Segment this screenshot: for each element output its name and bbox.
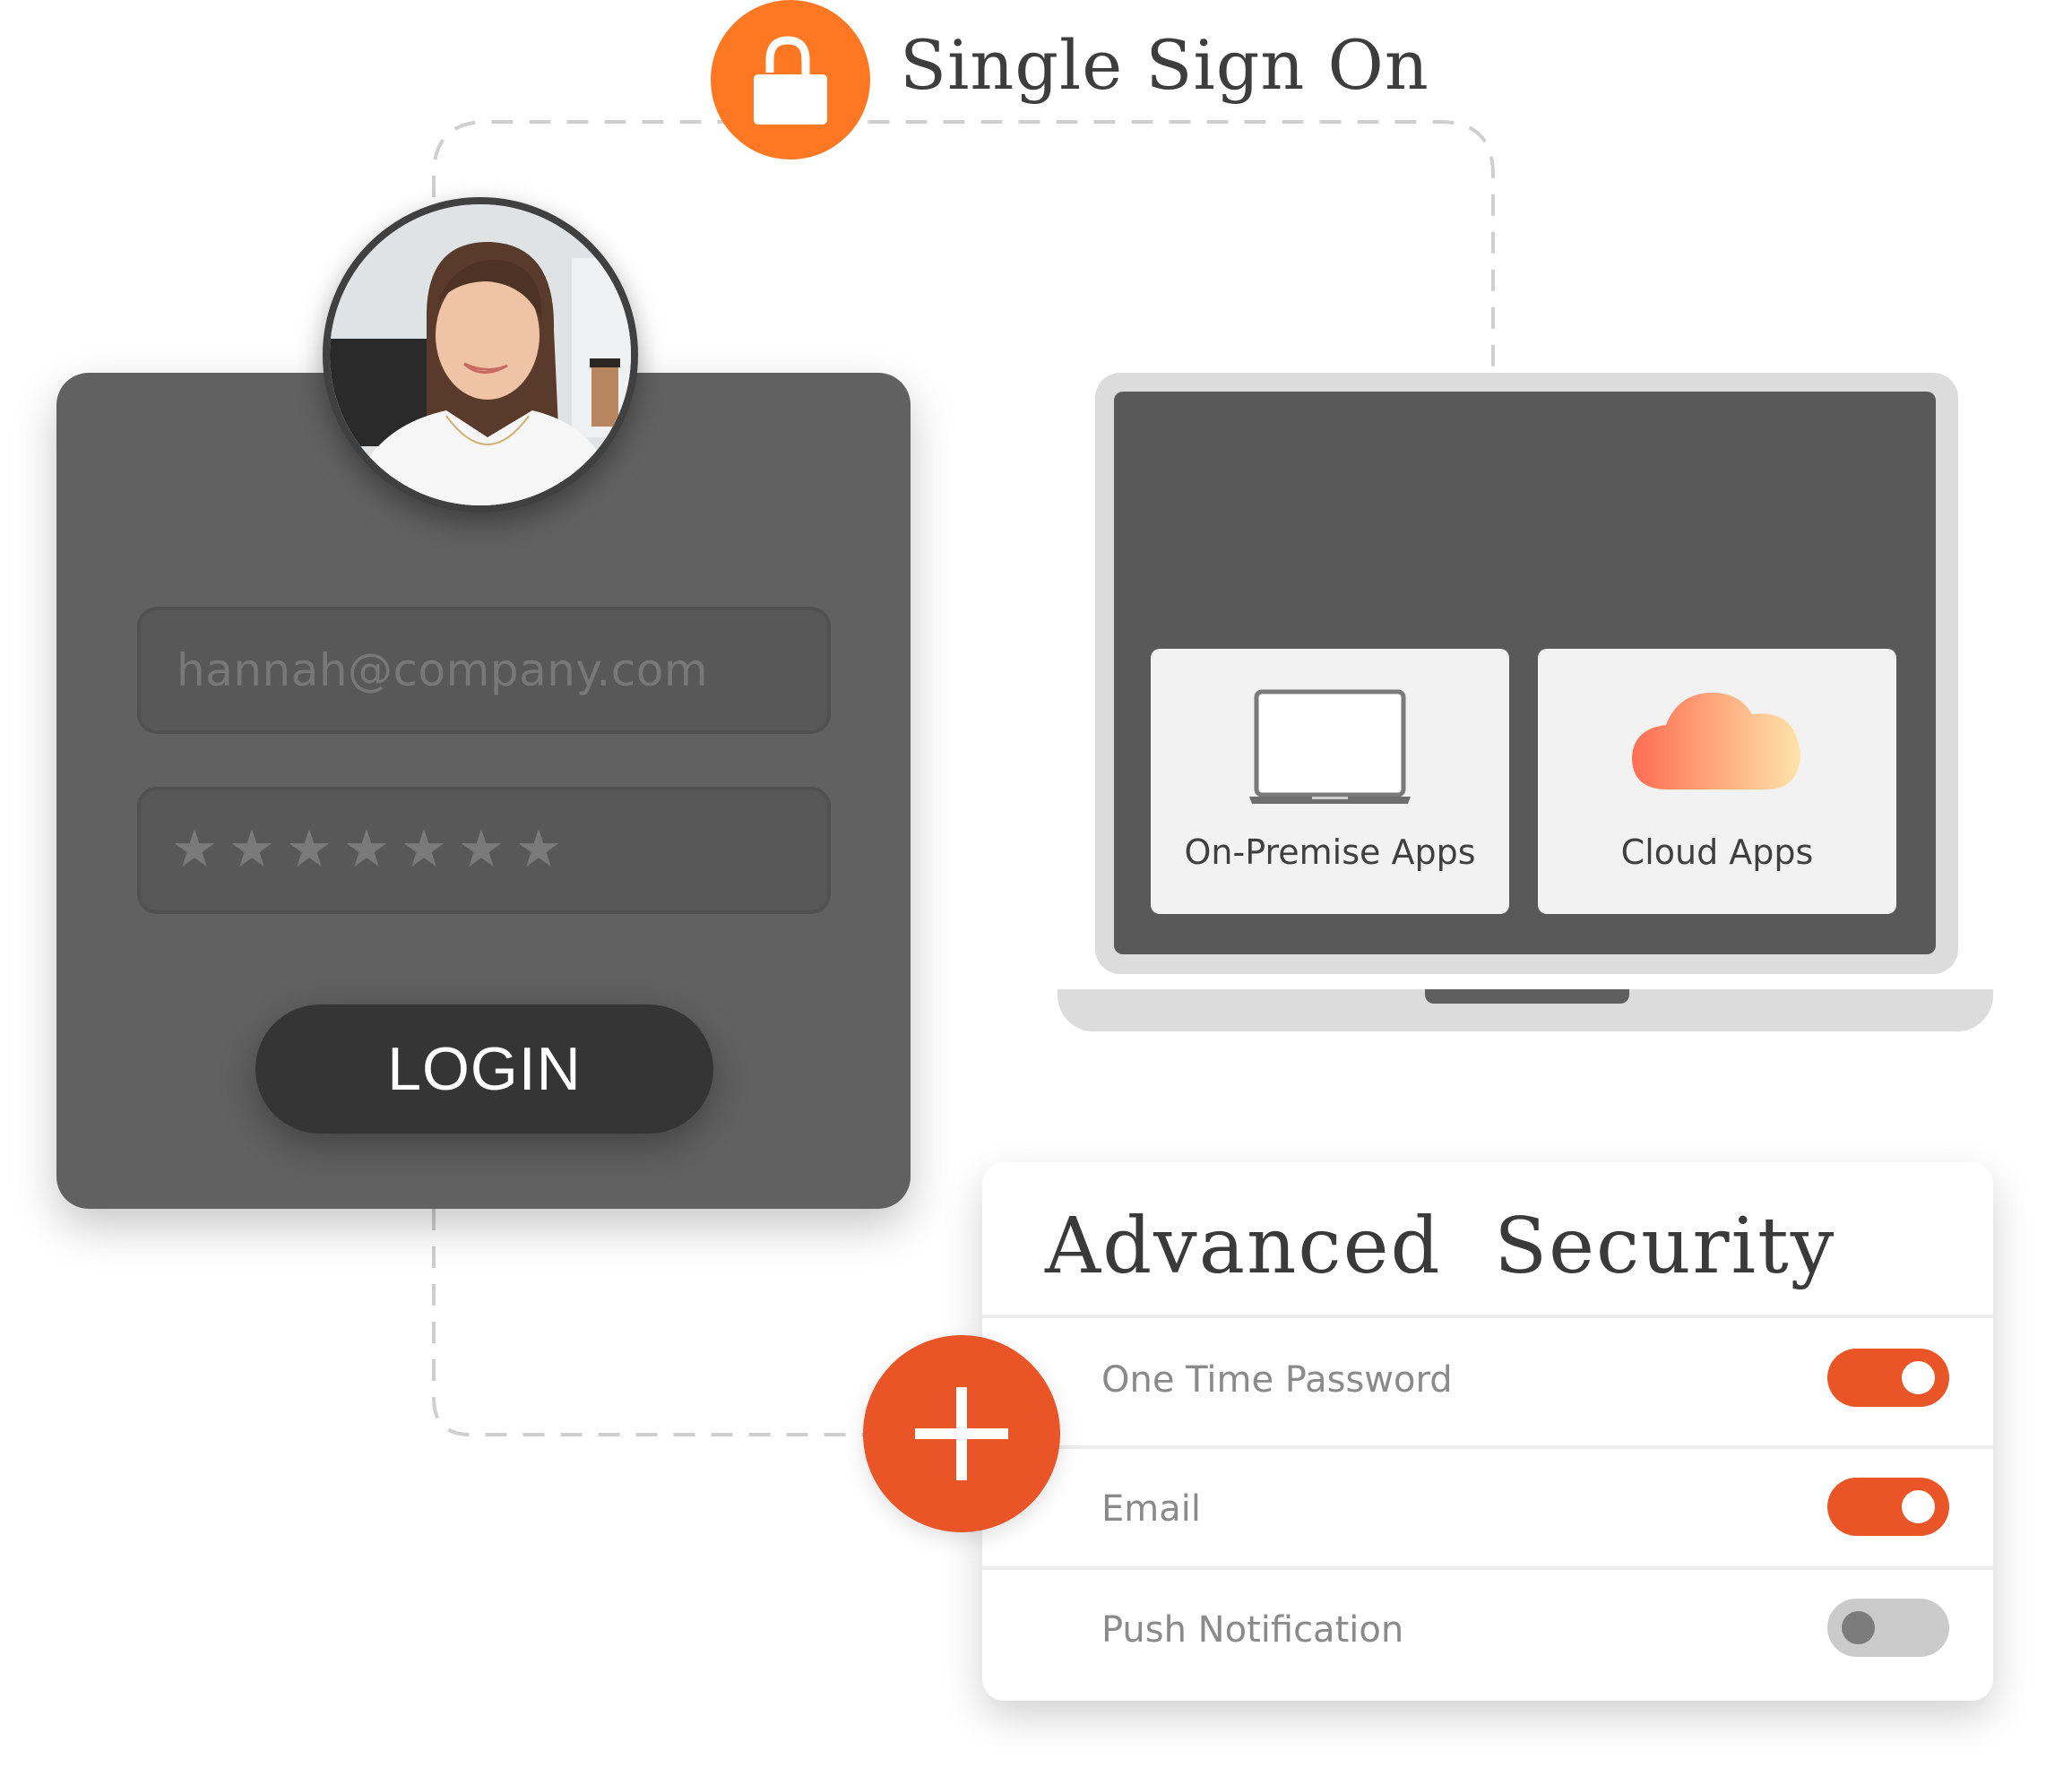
laptop-illustration: On-Premise Apps Cloud Apps [1095, 373, 1958, 974]
cloud-icon [1632, 689, 1802, 800]
laptop-base [1058, 989, 1993, 1031]
toggle-one-time-password[interactable] [1827, 1349, 1949, 1407]
laptop-screen: On-Premise Apps Cloud Apps [1114, 392, 1936, 954]
unlocked-padlock-icon [754, 36, 827, 125]
email-value: hannah@company.com [177, 644, 709, 696]
password-star-icon: ★ [286, 818, 332, 879]
advanced-security-card: Advanced Security One Time Password Emai… [982, 1162, 1993, 1701]
password-star-icon: ★ [171, 818, 218, 879]
plus-icon [915, 1387, 1008, 1480]
toggle-knob [1842, 1611, 1875, 1644]
toggle-knob [1902, 1490, 1935, 1523]
option-label: Push Notification [1101, 1609, 1404, 1651]
laptop-trackpad-notch [1425, 989, 1629, 1004]
divider [982, 1315, 1993, 1318]
avatar-photo [330, 204, 631, 505]
login-button[interactable]: LOGIN [255, 1005, 713, 1134]
avatar [323, 197, 638, 513]
sso-lock-badge [711, 0, 870, 160]
password-field[interactable]: ★ ★ ★ ★ ★ ★ ★ [137, 787, 831, 914]
security-option-email: Email [982, 1449, 1993, 1565]
tile-on-premise-apps[interactable]: On-Premise Apps [1151, 649, 1509, 914]
security-option-push-notification: Push Notification [982, 1570, 1993, 1686]
password-star-icon: ★ [515, 818, 562, 879]
laptop-icon [1249, 689, 1411, 809]
password-star-icon: ★ [401, 818, 447, 879]
password-star-icon: ★ [229, 818, 275, 879]
toggle-email[interactable] [1827, 1478, 1949, 1536]
tile-label: On-Premise Apps [1184, 832, 1476, 872]
add-security-button[interactable] [863, 1335, 1060, 1532]
password-mask: ★ ★ ★ ★ ★ ★ ★ [171, 823, 562, 875]
security-title: Advanced Security [1045, 1202, 1836, 1291]
tile-cloud-apps[interactable]: Cloud Apps [1538, 649, 1896, 914]
security-option-one-time-password: One Time Password [982, 1320, 1993, 1436]
password-star-icon: ★ [343, 818, 390, 879]
email-field[interactable]: hannah@company.com [137, 607, 831, 734]
sso-title: Single Sign On [900, 25, 1429, 105]
toggle-push-notification[interactable] [1827, 1599, 1949, 1657]
option-label: One Time Password [1101, 1359, 1453, 1401]
password-star-icon: ★ [458, 818, 505, 879]
option-label: Email [1101, 1488, 1201, 1530]
toggle-knob [1902, 1361, 1935, 1394]
tile-label: Cloud Apps [1620, 832, 1814, 872]
